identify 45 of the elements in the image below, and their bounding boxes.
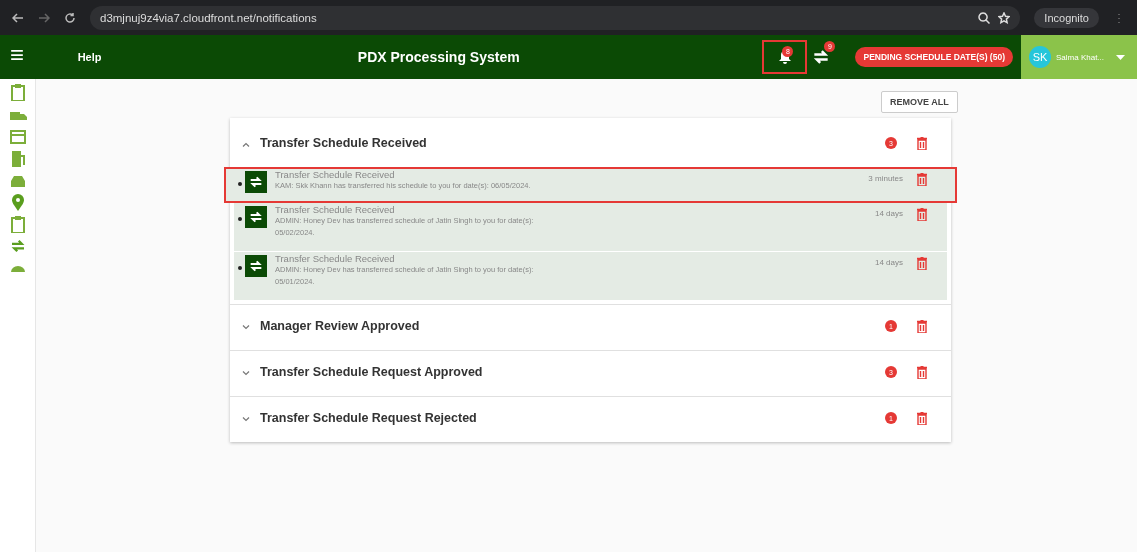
trash-icon[interactable]: [917, 208, 927, 221]
reload-icon[interactable]: [64, 11, 76, 24]
group-title: Transfer Schedule Received: [260, 136, 428, 150]
menu-icon[interactable]: [9, 48, 24, 62]
chevron-down-icon: [242, 416, 250, 422]
trash-icon[interactable]: [917, 411, 927, 425]
trash-icon[interactable]: [917, 365, 927, 379]
notification-title: Transfer Schedule Received: [275, 169, 396, 180]
chevron-up-icon: [242, 141, 250, 147]
dropdown-icon: [1116, 54, 1125, 60]
notification-title: Transfer Schedule Received: [275, 253, 396, 264]
user-avatar: SK: [1029, 46, 1051, 68]
chevron-down-icon: [242, 324, 250, 330]
clipboard-icon[interactable]: [8, 83, 27, 101]
trash-icon[interactable]: [917, 319, 927, 333]
notification-time: 14 days: [874, 209, 903, 218]
user-name: Salma Khat...: [1056, 52, 1106, 62]
swap-icon: [245, 206, 267, 228]
app-title: PDX Processing System: [357, 49, 521, 65]
swap-icon: [245, 171, 267, 193]
incognito-chip[interactable]: Incognito: [1034, 7, 1099, 28]
trash-icon[interactable]: [917, 136, 927, 150]
zoom-icon[interactable]: [978, 11, 991, 24]
trash-icon[interactable]: [917, 257, 927, 270]
remove-all-button[interactable]: REMOVE ALL: [881, 91, 958, 113]
back-icon[interactable]: [12, 11, 24, 24]
calendar-icon[interactable]: [8, 127, 27, 145]
forward-icon[interactable]: [38, 11, 50, 24]
notification-time: 14 days: [874, 258, 903, 267]
unread-dot: [238, 217, 242, 221]
group-title: Transfer Schedule Request Rejected: [260, 411, 478, 425]
trash-icon[interactable]: [917, 173, 927, 186]
unread-dot: [238, 266, 242, 270]
notification-time: 3 minutes: [868, 174, 903, 183]
help-link[interactable]: Help: [77, 51, 358, 63]
chevron-down-icon: [242, 370, 250, 376]
star-icon[interactable]: [998, 11, 1011, 24]
pending-schedule-button[interactable]: PENDING SCHEDULE DATE(S) (50): [855, 47, 1013, 67]
notification-title: Transfer Schedule Received: [275, 204, 396, 215]
group-title: Transfer Schedule Request Approved: [260, 365, 484, 379]
url-text[interactable]: d3mjnuj9z4via7.cloudfront.net/notifications: [100, 11, 317, 24]
clipboard-icon[interactable]: [8, 215, 27, 233]
unread-dot: [238, 182, 242, 186]
group-title: Manager Review Approved: [260, 319, 421, 333]
swap-icon: [245, 255, 267, 277]
